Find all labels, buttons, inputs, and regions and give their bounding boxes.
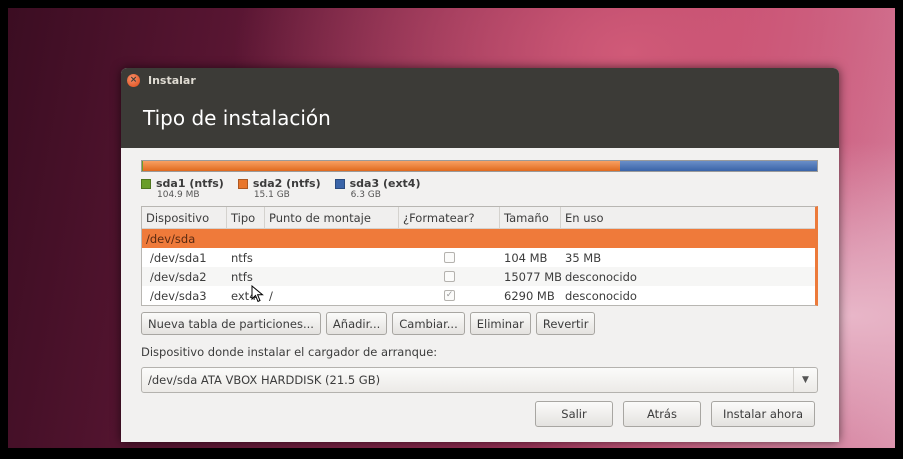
legend-swatch (237, 178, 248, 189)
cell-device: /dev/sda2 (150, 269, 207, 284)
dialog-footer: Salir Atrás Instalar ahora (525, 401, 815, 427)
usage-segment-sda3 (620, 161, 817, 171)
format-checkbox[interactable] (444, 252, 455, 263)
partition-actions: Nueva tabla de particiones... Añadir... … (141, 312, 819, 335)
bootloader-label: Dispositivo donde instalar el cargador d… (141, 345, 438, 359)
column-header-format[interactable]: ¿Formatear? (399, 207, 500, 228)
cell-device: /dev/sda3 (150, 288, 207, 303)
titlebar: × Instalar (121, 68, 839, 92)
legend-item: sda1 (ntfs) 104.9 MB (141, 177, 224, 200)
column-header-device[interactable]: Dispositivo (142, 207, 227, 228)
cell-device: /dev/sda1 (150, 250, 207, 265)
bootloader-selected-value: /dev/sda ATA VBOX HARDDISK (21.5 GB) (148, 373, 381, 387)
cell-used: 35 MB (565, 250, 602, 265)
column-header-size[interactable]: Tamaño (500, 207, 561, 228)
change-button[interactable]: Cambiar... (392, 312, 465, 335)
cell-size: 104 MB (504, 250, 548, 265)
page-header: Tipo de instalación (121, 92, 839, 148)
column-header-mount[interactable]: Punto de montaje (265, 207, 399, 228)
revert-button[interactable]: Revertir (535, 312, 596, 335)
table-row[interactable]: /dev/sda2 ntfs 15077 MB desconocido (142, 267, 815, 286)
table-row[interactable]: /dev/sda1 ntfs 104 MB 35 MB (142, 248, 815, 267)
page-title: Tipo de instalación (143, 106, 331, 130)
close-icon[interactable]: × (127, 73, 140, 87)
partition-table[interactable]: Dispositivo Tipo Punto de montaje ¿Forma… (141, 206, 818, 306)
cell-type: ntfs (231, 250, 253, 265)
format-checkbox[interactable] (444, 271, 455, 282)
column-header-type[interactable]: Tipo (227, 207, 265, 228)
cell-mount: / (269, 288, 273, 303)
legend-name: sda1 (ntfs) (156, 177, 224, 190)
legend-item: sda3 (ext4) 6.3 GB (334, 177, 421, 200)
legend-item: sda2 (ntfs) 15.1 GB (237, 177, 321, 200)
table-row-group[interactable]: /dev/sda (142, 229, 815, 248)
cell-size: 15077 MB (504, 269, 561, 284)
cell-size: 6290 MB (504, 288, 555, 303)
table-row[interactable]: /dev/sda3 ext4 / ✓ 6290 MB desconocido (142, 286, 815, 305)
legend-size: 104.9 MB (157, 190, 200, 200)
legend-size: 6.3 GB (350, 190, 381, 200)
window-title: Instalar (148, 73, 196, 87)
legend-swatch (141, 178, 151, 189)
chevron-down-icon[interactable]: ▼ (793, 368, 817, 392)
partition-legend: sda1 (ntfs) 104.9 MB sda2 (ntfs) 15.1 GB… (141, 177, 819, 200)
legend-swatch (334, 178, 345, 189)
delete-button[interactable]: Eliminar (469, 312, 531, 335)
format-checkbox[interactable]: ✓ (444, 290, 455, 301)
mouse-pointer-icon (251, 285, 264, 303)
legend-size: 15.1 GB (253, 190, 290, 200)
bootloader-device-select[interactable]: /dev/sda ATA VBOX HARDDISK (21.5 GB) ▼ (141, 367, 818, 393)
cell-used: desconocido (565, 288, 637, 303)
cell-used: desconocido (565, 269, 637, 284)
group-label: /dev/sda (146, 231, 196, 246)
legend-name: sda2 (ntfs) (252, 177, 321, 190)
usage-segment-sda2 (143, 161, 620, 171)
installer-window: × Instalar Tipo de instalación sda1 (ntf… (121, 68, 839, 442)
add-button[interactable]: Añadir... (325, 312, 388, 335)
main-content: sda1 (ntfs) 104.9 MB sda2 (ntfs) 15.1 GB… (121, 148, 839, 393)
legend-name: sda3 (ext4) (349, 177, 421, 190)
install-now-button[interactable]: Instalar ahora (711, 401, 815, 427)
quit-button[interactable]: Salir (535, 401, 613, 427)
screen-border (0, 448, 903, 459)
column-header-used[interactable]: En uso (561, 207, 815, 228)
partition-usage-bar (141, 160, 818, 172)
cell-type: ntfs (231, 269, 253, 284)
back-button[interactable]: Atrás (623, 401, 701, 427)
new-partition-table-button[interactable]: Nueva tabla de particiones... (141, 312, 321, 335)
table-header: Dispositivo Tipo Punto de montaje ¿Forma… (142, 207, 815, 229)
